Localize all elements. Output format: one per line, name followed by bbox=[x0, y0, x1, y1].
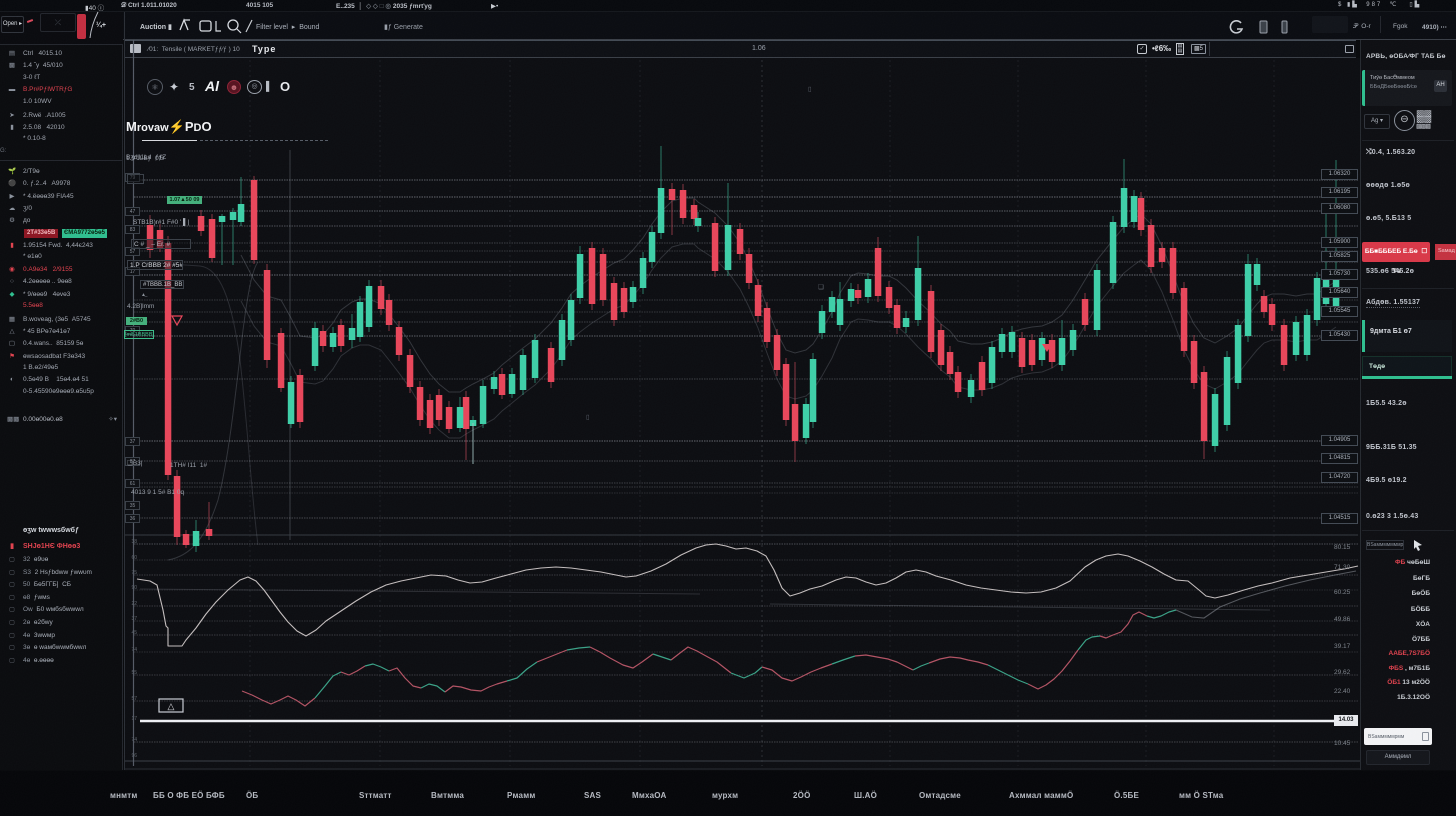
svg-text:△: △ bbox=[168, 701, 175, 711]
